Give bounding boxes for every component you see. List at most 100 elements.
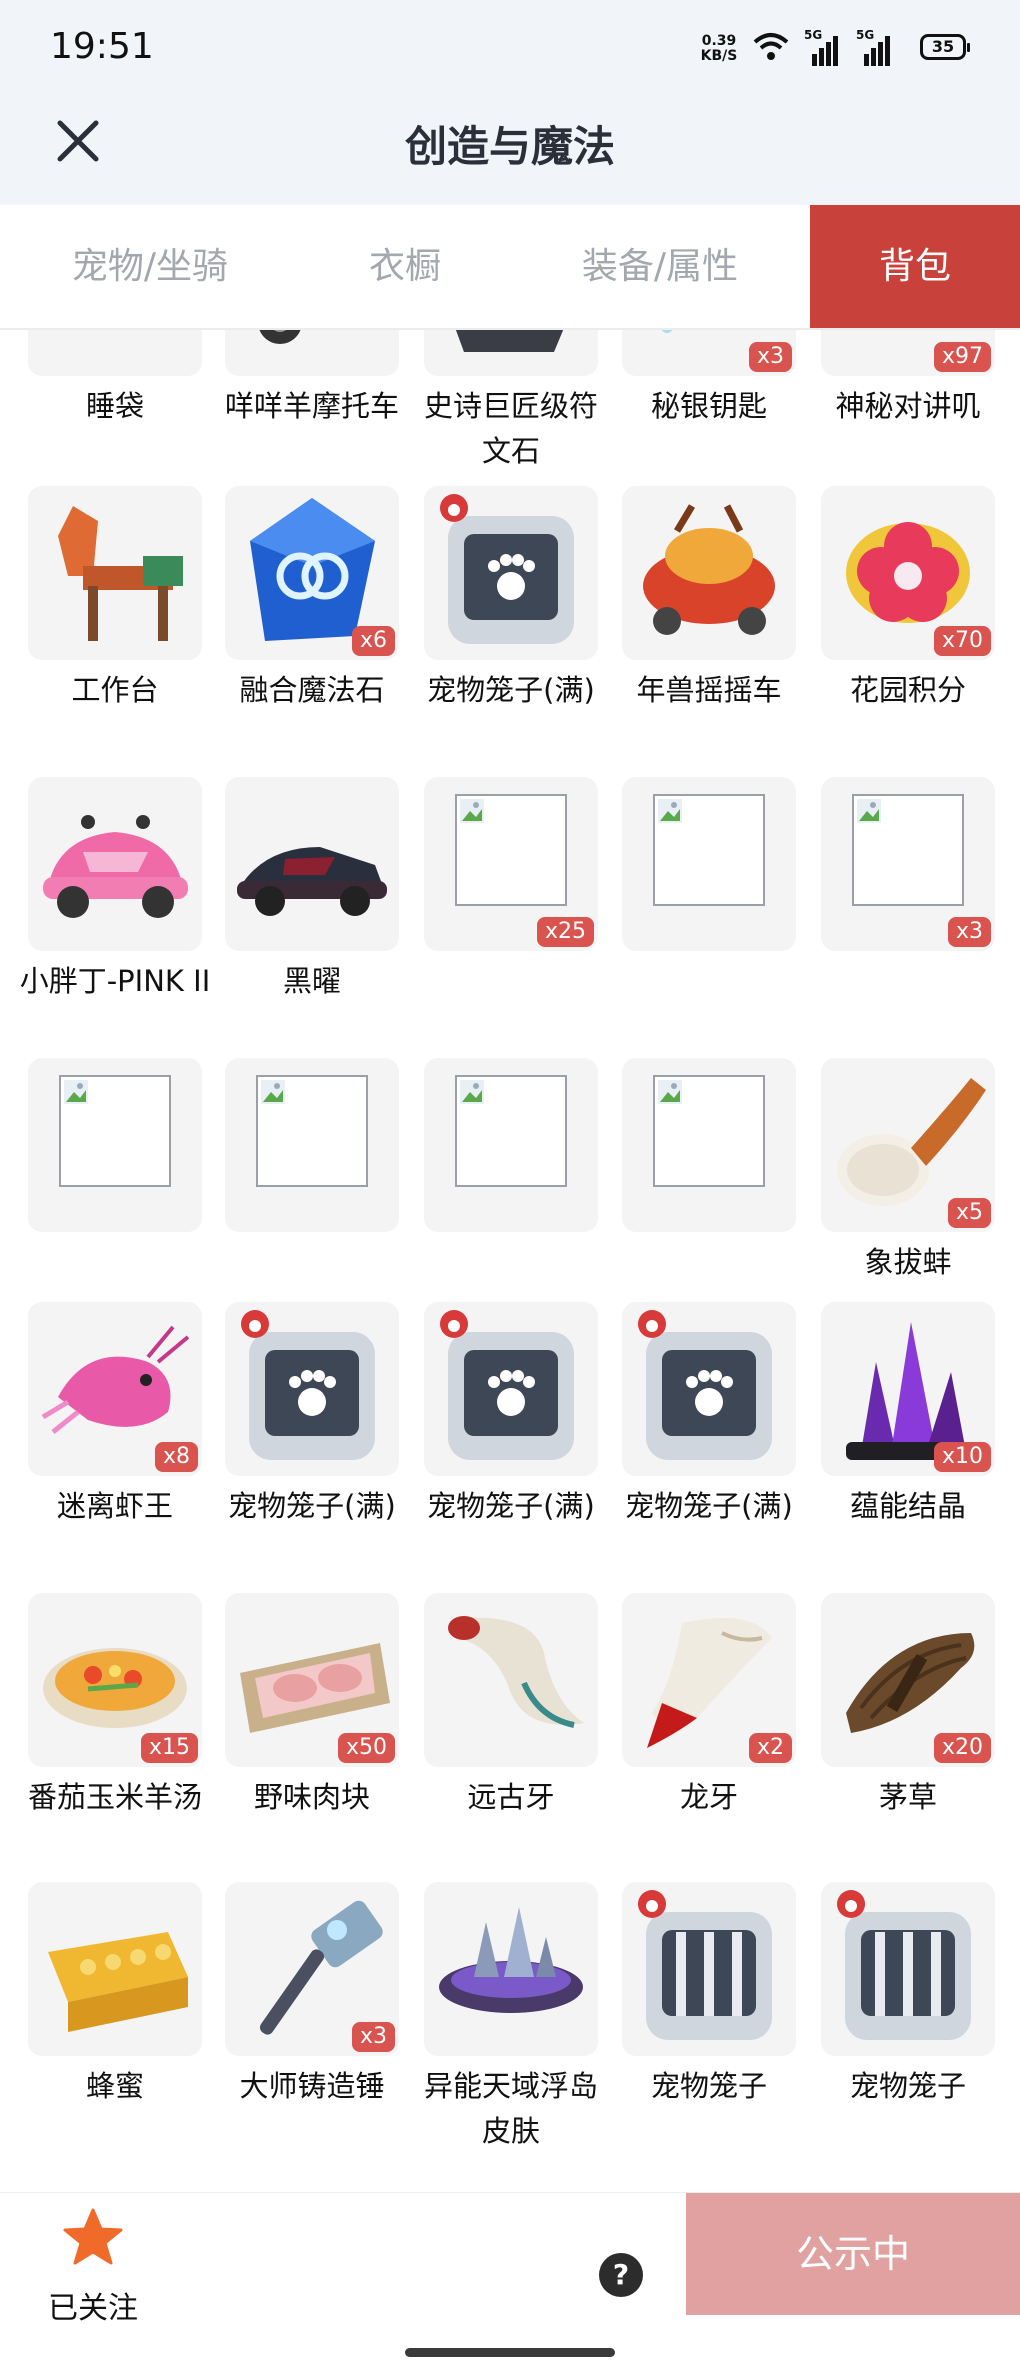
backpack-item[interactable] [424,1058,598,1232]
backpack-item[interactable]: 睡袋 [28,330,202,429]
backpack-item[interactable]: 宠物笼子(满) [424,1302,598,1529]
network-speed-unit: KB/S [700,48,738,64]
backpack-item[interactable]: 小胖丁-PINK II [20,777,210,1004]
tab-equipment-attributes[interactable]: 装备/属性 [510,205,810,328]
item-thumbnail[interactable]: x50 [225,1593,399,1767]
item-name: 史诗巨匠级符文石 [423,389,598,468]
follow-label: 已关注 [48,2291,138,2326]
backpack-item[interactable]: 史诗巨匠级符文石 [424,330,598,474]
item-thumbnail[interactable]: x2 [622,1593,796,1767]
item-name: 宠物笼子 [650,2069,767,2103]
backpack-item[interactable] [28,1058,202,1232]
item-thumbnail[interactable] [424,1593,598,1767]
item-thumbnail[interactable]: x97 [821,330,995,376]
item-thumbnail[interactable] [622,1882,796,2056]
item-quantity-badge: x20 [933,1733,991,1763]
backpack-item[interactable]: 咩咩羊摩托车 [225,330,399,429]
item-thumbnail[interactable]: x6 [225,486,399,660]
item-thumbnail[interactable] [225,1302,399,1476]
item-thumbnail[interactable] [424,330,598,376]
item-thumbnail[interactable]: x3 [225,1882,399,2056]
item-quantity-badge: x15 [140,1733,198,1763]
backpack-item[interactable] [225,1058,399,1232]
help-icon[interactable]: ? [599,2253,643,2297]
item-thumbnail[interactable] [225,777,399,951]
tab-pets-mounts[interactable]: 宠物/坐骑 [0,205,300,328]
ancient-horn-icon [448,1616,584,1728]
backpack-grid-viewport[interactable]: 睡袋 咩咩羊摩托车 史诗巨匠级符文石 x3 秘银钥匙 x97 神秘对讲叽工作台 x6 融合魔法石… [0,330,1020,2192]
item-thumbnail[interactable] [821,1882,995,2056]
item-thumbnail[interactable]: x5 [821,1058,995,1232]
backpack-item[interactable] [622,1058,796,1232]
item-thumbnail[interactable] [225,330,399,376]
honeycomb-icon [48,1932,188,2032]
item-thumbnail[interactable]: x15 [28,1593,202,1767]
backpack-item[interactable]: x3 秘银钥匙 [622,330,796,429]
home-indicator[interactable] [405,2348,615,2357]
backpack-item[interactable]: 宠物笼子(满) [225,1302,399,1529]
item-thumbnail[interactable] [622,777,796,951]
item-thumbnail[interactable]: x10 [821,1302,995,1476]
backpack-item[interactable]: x97 神秘对讲叽 [821,330,995,429]
backpack-item[interactable]: 宠物笼子 [821,1882,995,2109]
item-thumbnail[interactable] [622,486,796,660]
item-thumbnail[interactable]: x8 [28,1302,202,1476]
follow-button[interactable]: 已关注 [40,2207,146,2327]
backpack-item[interactable]: x8 迷离虾王 [28,1302,202,1529]
item-thumbnail[interactable] [28,330,202,376]
pet-cage-full-icon [440,1310,574,1460]
backpack-item[interactable]: x2 龙牙 [622,1593,796,1820]
publicity-button[interactable]: 公示中 [686,2193,1020,2315]
backpack-item[interactable]: 工作台 [28,486,202,713]
pink-beetle-car-icon [43,815,188,918]
item-thumbnail[interactable] [424,486,598,660]
item-thumbnail[interactable] [424,1882,598,2056]
item-thumbnail[interactable]: x25 [424,777,598,951]
item-thumbnail[interactable] [424,1302,598,1476]
backpack-item[interactable]: 宠物笼子 [622,1882,796,2109]
pet-cage-full-icon [638,1310,772,1460]
item-thumbnail[interactable]: x3 [622,330,796,376]
item-thumbnail[interactable]: x3 [821,777,995,951]
backpack-item[interactable]: x3 大师铸造锤 [225,1882,399,2109]
item-thumbnail[interactable] [28,486,202,660]
item-thumbnail[interactable]: x70 [821,486,995,660]
backpack-item[interactable]: x20 茅草 [821,1593,995,1820]
item-thumbnail[interactable] [28,1882,202,2056]
item-thumbnail[interactable] [622,1302,796,1476]
backpack-item[interactable]: x10 蕴能结晶 [821,1302,995,1529]
backpack-item[interactable]: 异能天域浮岛皮肤 [424,1882,598,2154]
backpack-item[interactable]: 宠物笼子(满) [622,1302,796,1529]
app-screen: 19:51 0.39 KB/S 5G 5G 35 创造与魔法 宠物/坐骑 衣橱 … [0,0,1020,2380]
backpack-item[interactable]: 远古牙 [424,1593,598,1820]
backpack-item[interactable] [622,777,796,951]
item-thumbnail[interactable]: x20 [821,1593,995,1767]
item-quantity-badge: x2 [748,1733,792,1763]
item-thumbnail[interactable] [28,777,202,951]
backpack-item[interactable]: x5 象拔蚌 [821,1058,995,1285]
item-name: 宠物笼子(满) [228,1489,396,1523]
item-thumbnail[interactable] [28,1058,202,1232]
item-thumbnail[interactable] [225,1058,399,1232]
backpack-item[interactable]: x50 野味肉块 [225,1593,399,1820]
backpack-item[interactable]: x3 [821,777,995,951]
backpack-item[interactable]: 宠物笼子(满) [424,486,598,713]
backpack-item[interactable]: x6 融合魔法石 [225,486,399,713]
backpack-item[interactable]: 黑曜 [225,777,399,1004]
item-quantity-badge: x3 [748,342,792,372]
item-name: 神秘对讲叽 [835,389,981,423]
backpack-item[interactable]: x25 [424,777,598,951]
backpack-item[interactable]: x15 番茄玉米羊汤 [28,1593,202,1820]
item-quantity-badge: x70 [933,626,991,656]
tab-bar: 宠物/坐骑 衣橱 装备/属性 背包 [0,205,1020,330]
tab-backpack[interactable]: 背包 [810,205,1020,328]
item-thumbnail[interactable] [622,1058,796,1232]
backpack-item[interactable]: 年兽摇摇车 [622,486,796,713]
tab-wardrobe[interactable]: 衣橱 [300,205,510,328]
item-thumbnail[interactable] [424,1058,598,1232]
pet-cage-full-icon [241,1310,375,1460]
backpack-item[interactable]: x70 花园积分 [821,486,995,713]
broken-image-icon [256,1075,368,1187]
item-quantity-badge: x8 [154,1442,198,1472]
backpack-item[interactable]: 蜂蜜 [28,1882,202,2109]
